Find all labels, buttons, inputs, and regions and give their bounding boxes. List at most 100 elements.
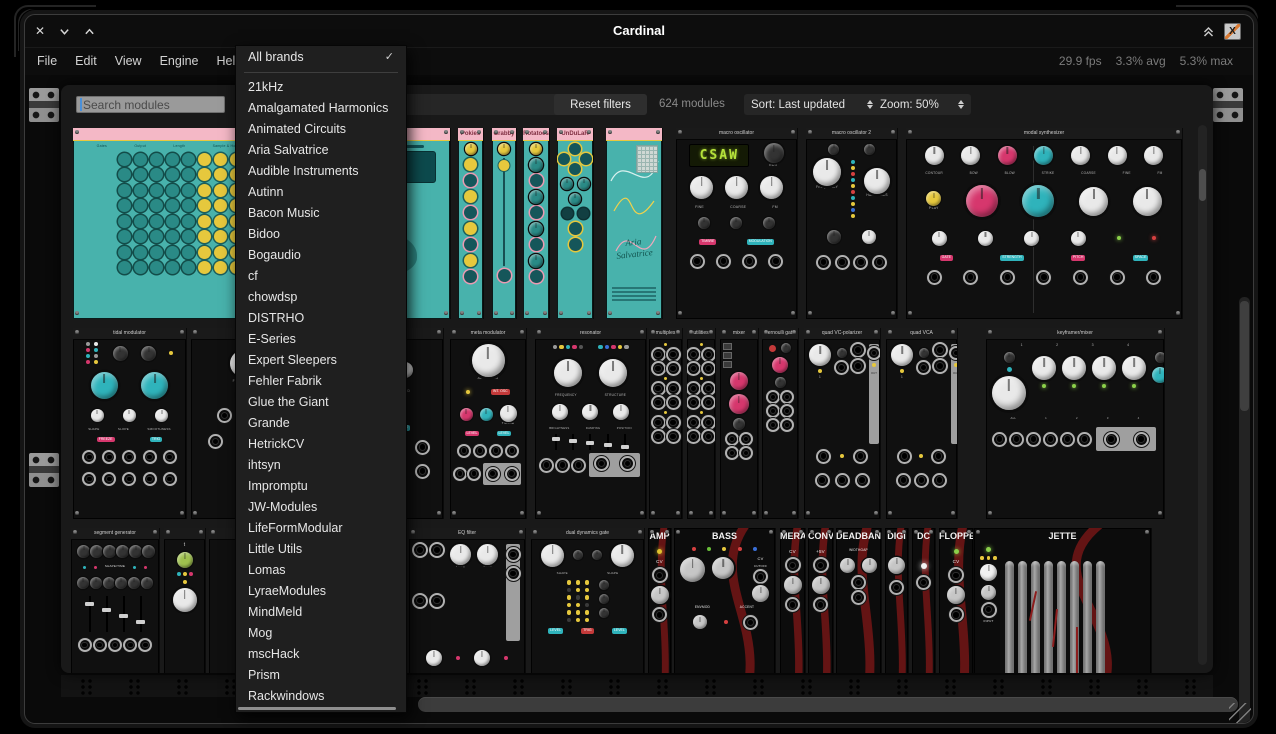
module-card-jette[interactable]: JETTEINPUT bbox=[974, 528, 1151, 673]
screw-icon bbox=[967, 530, 971, 534]
module-card-macro-oscillator-2[interactable]: macro oscillator 2FREQUENCYHARMONICS bbox=[806, 128, 897, 319]
menubar-item-view[interactable]: View bbox=[115, 48, 142, 75]
screw-icon bbox=[1176, 130, 1180, 134]
brand-menu-item-grande[interactable]: Grande bbox=[236, 413, 406, 434]
performance-stats: 29.9 fps3.3% avg5.3% max bbox=[1059, 48, 1233, 75]
module-card-meta-modulator[interactable]: meta modulatorALGORITHMINT. OSCTIMBRELEV… bbox=[450, 328, 526, 519]
brand-menu-item-little-utils[interactable]: Little Utils bbox=[236, 539, 406, 560]
module-card-segment-generator[interactable]: segment generatorSHAPE/TIME bbox=[71, 528, 159, 673]
brand-menu-item-lomas[interactable]: Lomas bbox=[236, 560, 406, 581]
module-card-dual-dynamics-gate[interactable]: dual dynamics gateSHAPESHAPELEVELTRIGLEV… bbox=[531, 528, 644, 673]
module-card-mixer[interactable]: mixer bbox=[720, 328, 758, 519]
module-card-resonator[interactable]: resonatorFREQUENCYSTRUCTUREBRIGHTNESSDAM… bbox=[535, 328, 646, 519]
module-card[interactable]: AriaSalvatrice bbox=[606, 128, 662, 319]
module-card-keyframer-mixer[interactable]: keyframer/mixer1234ALL1234 bbox=[986, 328, 1164, 519]
brand-menu-item-chowdsp[interactable]: chowdsp bbox=[236, 287, 406, 308]
screw-icon bbox=[808, 130, 812, 134]
brand-menu-item-e-series[interactable]: E-Series bbox=[236, 329, 406, 350]
brand-menu-item-animated-circuits[interactable]: Animated Circuits bbox=[236, 119, 406, 140]
module-card-eq-filter[interactable]: EQ filterFREQGAIN bbox=[409, 528, 525, 673]
brand-menu-item-all-brands[interactable]: All brands ✓ bbox=[236, 46, 406, 68]
brand-menu-item-rackwindows[interactable]: Rackwindows bbox=[236, 686, 406, 707]
screw-icon bbox=[908, 311, 912, 315]
screw-icon bbox=[533, 530, 537, 534]
module-card-quad-vca[interactable]: quad VCA1OUT bbox=[886, 328, 957, 519]
module-card-rotatoes[interactable]: Rotatoes bbox=[523, 128, 549, 319]
module-card-digi[interactable]: DIGI bbox=[885, 528, 908, 673]
brand-menu-item-lifeformmodular[interactable]: LifeFormModular bbox=[236, 518, 406, 539]
module-card-multiples[interactable]: multiples bbox=[649, 328, 682, 519]
brand-menu-item-bacon-music[interactable]: Bacon Music bbox=[236, 203, 406, 224]
screw-icon bbox=[665, 530, 669, 534]
module-card-flopper[interactable]: FLOPPERCV bbox=[939, 528, 973, 673]
screw-icon bbox=[951, 511, 955, 515]
screw-icon bbox=[520, 330, 524, 334]
brand-menu-item-expert-sleepers[interactable]: Expert Sleepers bbox=[236, 350, 406, 371]
module-title: BASS bbox=[674, 528, 775, 543]
resize-handle[interactable] bbox=[1229, 703, 1251, 723]
brand-menu-item-hetrickcv[interactable]: HetrickCV bbox=[236, 434, 406, 455]
module-card-conv[interactable]: CONV+5V bbox=[808, 528, 833, 673]
module-card[interactable]: t bbox=[164, 528, 205, 673]
menu-horizontal-scrollbar[interactable] bbox=[238, 707, 396, 710]
screw-icon bbox=[1158, 330, 1162, 334]
module-card-dc[interactable]: DC bbox=[912, 528, 935, 673]
brand-menu-item-mindmeld[interactable]: MindMeld bbox=[236, 602, 406, 623]
menubar-item-edit[interactable]: Edit bbox=[75, 48, 97, 75]
screw-icon bbox=[166, 530, 170, 534]
screw-icon bbox=[951, 330, 955, 334]
brand-menu-item-mschack[interactable]: mscHack bbox=[236, 644, 406, 665]
browser-vertical-scrollbar[interactable] bbox=[1198, 125, 1207, 665]
brand-menu-item-fehler-fabrik[interactable]: Fehler Fabrik bbox=[236, 371, 406, 392]
module-card-utilities[interactable]: utilities bbox=[687, 328, 715, 519]
screw-icon bbox=[656, 311, 660, 315]
brand-menu-item-cf[interactable]: cf bbox=[236, 266, 406, 287]
brand-menu-item-distrho[interactable]: DISTRHO bbox=[236, 308, 406, 329]
rack-mount-strip bbox=[61, 675, 1213, 697]
app-icon[interactable]: X bbox=[1224, 23, 1241, 40]
menubar-item-file[interactable]: File bbox=[37, 48, 57, 75]
brand-menu-item-lyraemodules[interactable]: LyraeModules bbox=[236, 581, 406, 602]
screw-icon bbox=[976, 530, 980, 534]
brand-menu-item-amalgamated-harmonics[interactable]: Amalgamated Harmonics bbox=[236, 98, 406, 119]
double-chevron-up-icon[interactable] bbox=[1202, 25, 1215, 38]
brand-menu-item-autinn[interactable]: Autinn bbox=[236, 182, 406, 203]
module-card-macro-oscillator[interactable]: macro oscillatorCSAWEDITFINECOARSEFMTIMB… bbox=[676, 128, 797, 319]
screw-icon bbox=[722, 330, 726, 334]
brand-menu-item-impromptu[interactable]: Impromptu bbox=[236, 476, 406, 497]
brand-menu-item-bidoo[interactable]: Bidoo bbox=[236, 224, 406, 245]
brand-menu-item-prism[interactable]: Prism bbox=[236, 665, 406, 686]
module-card-undular[interactable]: UnDuLaR bbox=[557, 128, 593, 319]
module-card-deadband[interactable]: DEADBANDWIDTHGAP bbox=[836, 528, 881, 673]
window-vertical-scrollbar[interactable] bbox=[1239, 297, 1250, 723]
window-horizontal-scrollbar[interactable] bbox=[418, 697, 1238, 712]
module-card-bass[interactable]: BASSCVCUTOFFENVMODACCENT bbox=[674, 528, 775, 673]
screw-icon bbox=[799, 530, 803, 534]
screw-icon bbox=[678, 130, 682, 134]
screw-icon bbox=[199, 530, 203, 534]
module-title: meta modulator bbox=[450, 328, 526, 340]
module-card-bernoulli-gate[interactable]: bernoulli gate bbox=[762, 328, 798, 519]
brand-menu-item-bogaudio[interactable]: Bogaudio bbox=[236, 245, 406, 266]
screw-icon bbox=[806, 511, 810, 515]
module-card-modal-synthesizer[interactable]: modal synthesizerCONTOURBOWBLOWSTRIKECOA… bbox=[906, 128, 1182, 319]
screw-icon bbox=[180, 511, 184, 515]
menubar-item-engine[interactable]: Engine bbox=[160, 48, 199, 75]
brand-menu-item-glue-the-giant[interactable]: Glue the Giant bbox=[236, 392, 406, 413]
module-card-quad-vc-polarizer[interactable]: quad VC-polarizer1OUT bbox=[804, 328, 880, 519]
module-card-grabby[interactable]: Grabby bbox=[492, 128, 516, 319]
module-card-pokies[interactable]: Pokies bbox=[458, 128, 483, 319]
brand-menu-item-21khz[interactable]: 21kHz bbox=[236, 77, 406, 98]
brand-menu-item-aria-salvatrice[interactable]: Aria Salvatrice bbox=[236, 140, 406, 161]
brand-menu-item-ihtsyn[interactable]: ihtsyn bbox=[236, 455, 406, 476]
screw-icon bbox=[651, 511, 655, 515]
screw-icon bbox=[75, 311, 79, 315]
screw-icon bbox=[444, 311, 448, 315]
brand-menu-item-jw-modules[interactable]: JW-Modules bbox=[236, 497, 406, 518]
module-card-mera[interactable]: MERACV bbox=[780, 528, 805, 673]
brand-menu-item-audible-instruments[interactable]: Audible Instruments bbox=[236, 161, 406, 182]
brand-menu-item-mog[interactable]: Mog bbox=[236, 623, 406, 644]
module-card-tidal-modulator[interactable]: tidal modulatorSHAPESLOPESMOOTHNESSFREEZ… bbox=[73, 328, 186, 519]
screw-icon bbox=[676, 511, 680, 515]
module-card-amp[interactable]: AMPCV bbox=[648, 528, 671, 673]
